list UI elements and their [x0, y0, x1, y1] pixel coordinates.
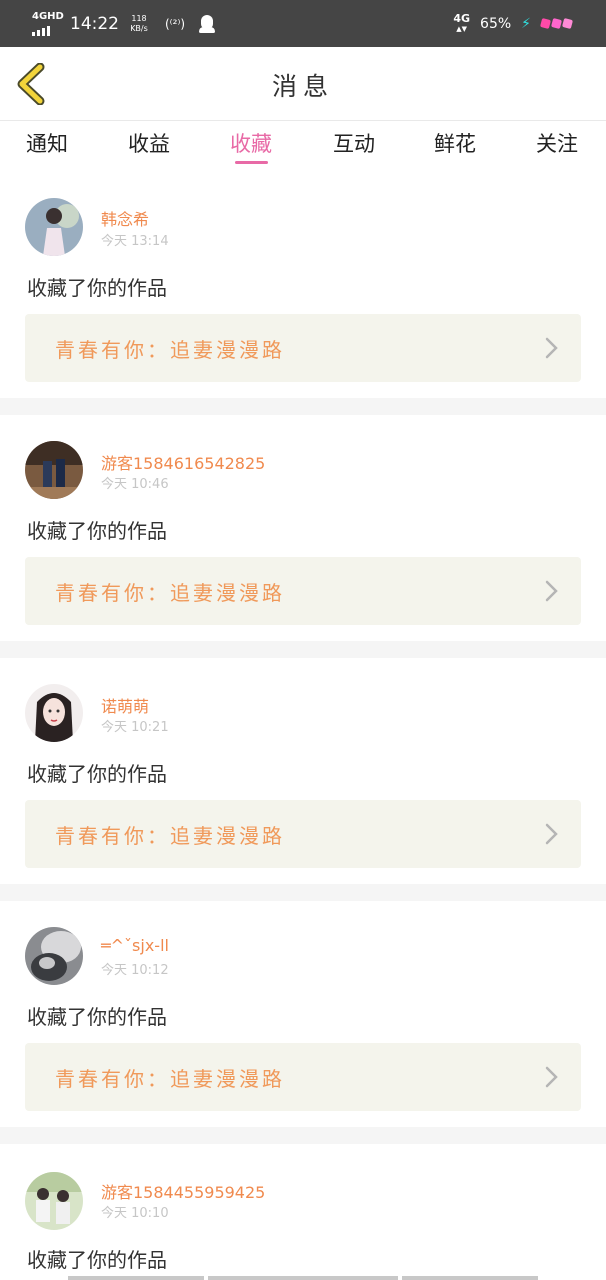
message-card: 诺萌萌 今天 10:21 收藏了你的作品 青春有你：追妻漫漫路	[0, 658, 606, 884]
chevron-right-icon	[545, 1066, 558, 1088]
message-card: 游客1584455959425 今天 10:10 收藏了你的作品	[0, 1144, 606, 1280]
network-type: 4GHD	[32, 10, 64, 22]
user-name[interactable]: ═^ˇsjx-ll	[101, 936, 169, 955]
tab-following[interactable]: 关注	[536, 128, 578, 166]
work-link[interactable]: 青春有你：追妻漫漫路	[25, 314, 581, 382]
work-link[interactable]: 青春有你：追妻漫漫路	[25, 800, 581, 868]
clock: 14:22	[70, 13, 119, 34]
action-text: 收藏了你的作品	[27, 1248, 167, 1272]
avatar[interactable]	[25, 1172, 83, 1230]
action-text: 收藏了你的作品	[27, 276, 167, 300]
message-card: 游客1584616542825 今天 10:46 收藏了你的作品 青春有你：追妻…	[0, 415, 606, 641]
message-card: 韩念希 今天 13:14 收藏了你的作品 青春有你：追妻漫漫路	[0, 166, 606, 398]
avatar[interactable]	[25, 198, 83, 256]
user-name[interactable]: 游客1584616542825	[101, 450, 265, 474]
work-title: 青春有你：追妻漫漫路	[55, 338, 285, 362]
message-time: 今天 10:46	[101, 477, 169, 492]
work-link[interactable]: 青春有你：追妻漫漫路	[25, 1043, 581, 1111]
user-name[interactable]: 游客1584455959425	[101, 1179, 265, 1203]
signal-icon: 4GHD	[32, 11, 64, 36]
page-title: 消息	[271, 72, 334, 101]
hotspot-icon: (⁽²⁾)	[165, 16, 186, 31]
user-name[interactable]: 韩念希	[101, 206, 149, 230]
avatar[interactable]	[25, 441, 83, 499]
divider	[0, 641, 606, 658]
battery-level: 65%	[480, 15, 512, 32]
action-text: 收藏了你的作品	[27, 1005, 167, 1029]
status-bar: 4GHD 14:22 118 KB/s (⁽²⁾) 4G ▲▼ 65% ⚡	[0, 0, 606, 47]
work-title: 青春有你：追妻漫漫路	[55, 1067, 285, 1091]
chevron-right-icon	[545, 337, 558, 359]
qq-icon	[199, 14, 216, 33]
tab-notifications[interactable]: 通知	[26, 128, 68, 166]
tab-flowers[interactable]: 鲜花	[434, 128, 476, 166]
work-title: 青春有你：追妻漫漫路	[55, 581, 285, 605]
home-indicator	[208, 1276, 398, 1280]
divider	[0, 398, 606, 415]
message-time: 今天 10:10	[101, 1206, 169, 1221]
message-time: 今天 10:12	[101, 963, 169, 978]
header: 消息	[0, 47, 606, 121]
avatar[interactable]	[25, 684, 83, 742]
decoration-icon	[539, 17, 574, 30]
work-link[interactable]: 青春有你：追妻漫漫路	[25, 557, 581, 625]
message-time: 今天 13:14	[101, 234, 169, 249]
message-card: ═^ˇsjx-ll 今天 10:12 收藏了你的作品 青春有你：追妻漫漫路	[0, 901, 606, 1127]
action-text: 收藏了你的作品	[27, 762, 167, 786]
message-time: 今天 10:21	[101, 720, 169, 735]
divider	[0, 1127, 606, 1144]
home-indicator	[68, 1276, 204, 1280]
work-title: 青春有你：追妻漫漫路	[55, 824, 285, 848]
charging-icon: ⚡	[521, 15, 531, 32]
chevron-right-icon	[545, 823, 558, 845]
action-text: 收藏了你的作品	[27, 519, 167, 543]
avatar[interactable]	[25, 927, 83, 985]
tab-earnings[interactable]: 收益	[128, 128, 170, 166]
network-speed: 118 KB/s	[130, 13, 148, 33]
tab-bar: 通知 收益 收藏 互动 鲜花 关注	[0, 122, 606, 166]
cellular-icon: 4G ▲▼	[453, 11, 471, 33]
user-name[interactable]: 诺萌萌	[101, 693, 149, 717]
home-indicator	[402, 1276, 538, 1280]
divider	[0, 884, 606, 901]
active-tab-indicator	[235, 161, 268, 164]
tab-interactions[interactable]: 互动	[333, 128, 375, 166]
chevron-right-icon	[545, 580, 558, 602]
